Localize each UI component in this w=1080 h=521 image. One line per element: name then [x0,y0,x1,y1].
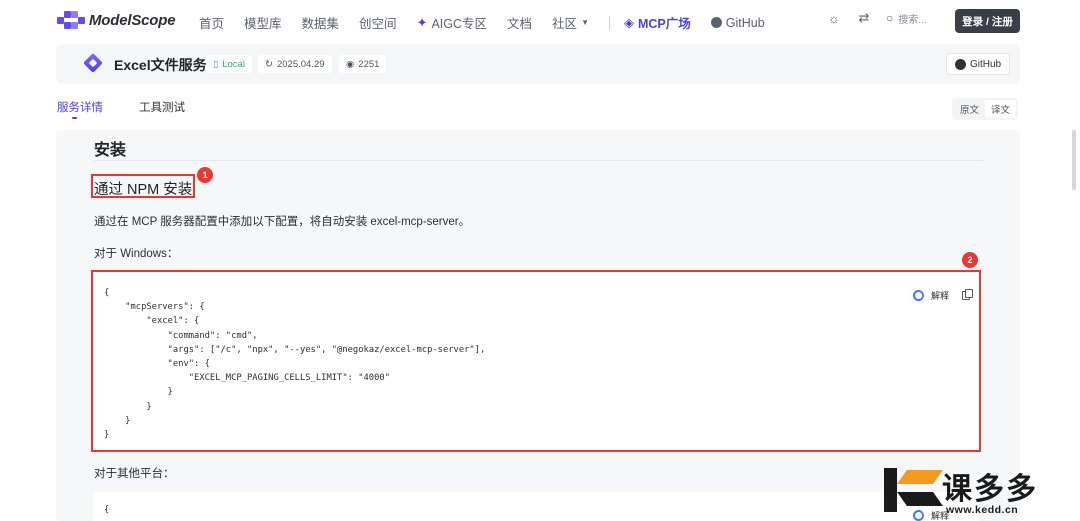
nav-studios[interactable]: 创空间 [359,13,397,32]
top-navigation: ModelScope 首页 模型库 数据集 创空间 ✦ AIGC专区 文档 社区… [0,0,1080,42]
service-github-label: GitHub [969,58,1002,70]
nav-docs[interactable]: 文档 [507,13,532,32]
highlight-box-code [91,270,981,452]
original-text-button[interactable]: 原文 [954,100,985,118]
view-count: ◉ 2251 [339,55,387,73]
other-code-block [93,492,979,521]
nav-divider [608,15,610,30]
login-button[interactable]: 登录 / 注册 [955,9,1020,33]
github-icon [710,17,722,28]
scrollbar[interactable] [1072,130,1076,190]
service-logo-icon [83,53,103,73]
logo-text: ModelScope [89,11,176,29]
local-tag: ▯ Local [206,55,252,73]
caret-down-icon: ▼ [581,18,589,27]
tab-tool-test[interactable]: 工具测试 [139,99,185,115]
nav-community[interactable]: 社区 ▼ [552,13,589,32]
modelscope-logo-icon [57,11,85,29]
update-date-value: 2025.04.29 [276,58,325,70]
search-input[interactable]: ○ 搜索... [886,11,946,26]
modelscope-logo[interactable]: ModelScope [57,11,176,29]
translated-text-button[interactable]: 译文 [985,100,1017,118]
tab-active-indicator [72,117,77,119]
install-description: 通过在 MCP 服务器配置中添加以下配置，将自动安装 excel-mcp-ser… [94,216,471,228]
watermark-logo: 课多多 www.kedd.cn [880,462,1080,521]
nav-github[interactable]: GitHub [710,15,765,30]
main-menu: 首页 模型库 数据集 创空间 ✦ AIGC专区 文档 社区 ▼ ◈ MCP广场 … [199,13,785,32]
mcp-icon: ◈ [623,14,634,30]
language-switch: 原文 译文 [952,98,1019,120]
refresh-icon: ↻ [265,58,273,70]
nav-utilities: ☼ ⇄ ○ 搜索... [826,10,946,26]
eye-icon: ◉ [346,58,355,70]
nav-datasets[interactable]: 数据集 [302,13,340,32]
nav-community-label: 社区 [552,17,578,31]
install-heading: 安装 [94,142,127,159]
github-icon [954,58,966,70]
update-date: ↻ 2025.04.29 [258,55,332,73]
bookmark-icon: ▯ [213,58,219,70]
nav-models[interactable]: 模型库 [244,13,282,32]
service-header: Excel文件服务 ▯ Local ↻ 2025.04.29 ◉ 2251 Gi… [56,44,1020,84]
windows-label: 对于 Windows： [94,248,179,260]
local-tag-label: Local [222,58,245,70]
other-code[interactable]: { [104,505,109,515]
nav-aigc-label: AIGC专区 [431,17,488,31]
watermark-text: 课多多 [942,472,1038,507]
tab-service-details[interactable]: 服务详情 [57,99,103,115]
watermark-url: www.kedd.cn [946,504,1019,516]
nav-github-label: GitHub [725,15,765,30]
service-github-button[interactable]: GitHub [946,53,1010,75]
translate-icon[interactable]: ⇄ [856,10,872,26]
nav-mcp[interactable]: ◈ MCP广场 [624,13,691,32]
sparkle-icon: ✦ [416,14,428,30]
highlight-box-npm [91,174,195,198]
view-count-value: 2251 [358,58,380,70]
other-platforms-label: 对于其他平台： [94,468,175,480]
service-title: Excel文件服务 [114,57,207,73]
watermark-k-logo [880,464,943,514]
nav-mcp-label: MCP广场 [637,17,691,31]
heading-divider [94,160,983,161]
search-placeholder: 搜索... [898,14,927,26]
annotation-badge-2: 2 [962,252,978,268]
theme-toggle-icon[interactable]: ☼ [826,10,842,26]
search-icon: ○ [886,11,894,25]
annotation-badge-1: 1 [197,167,213,183]
nav-home[interactable]: 首页 [199,13,224,32]
nav-aigc[interactable]: ✦ AIGC专区 [417,13,487,32]
